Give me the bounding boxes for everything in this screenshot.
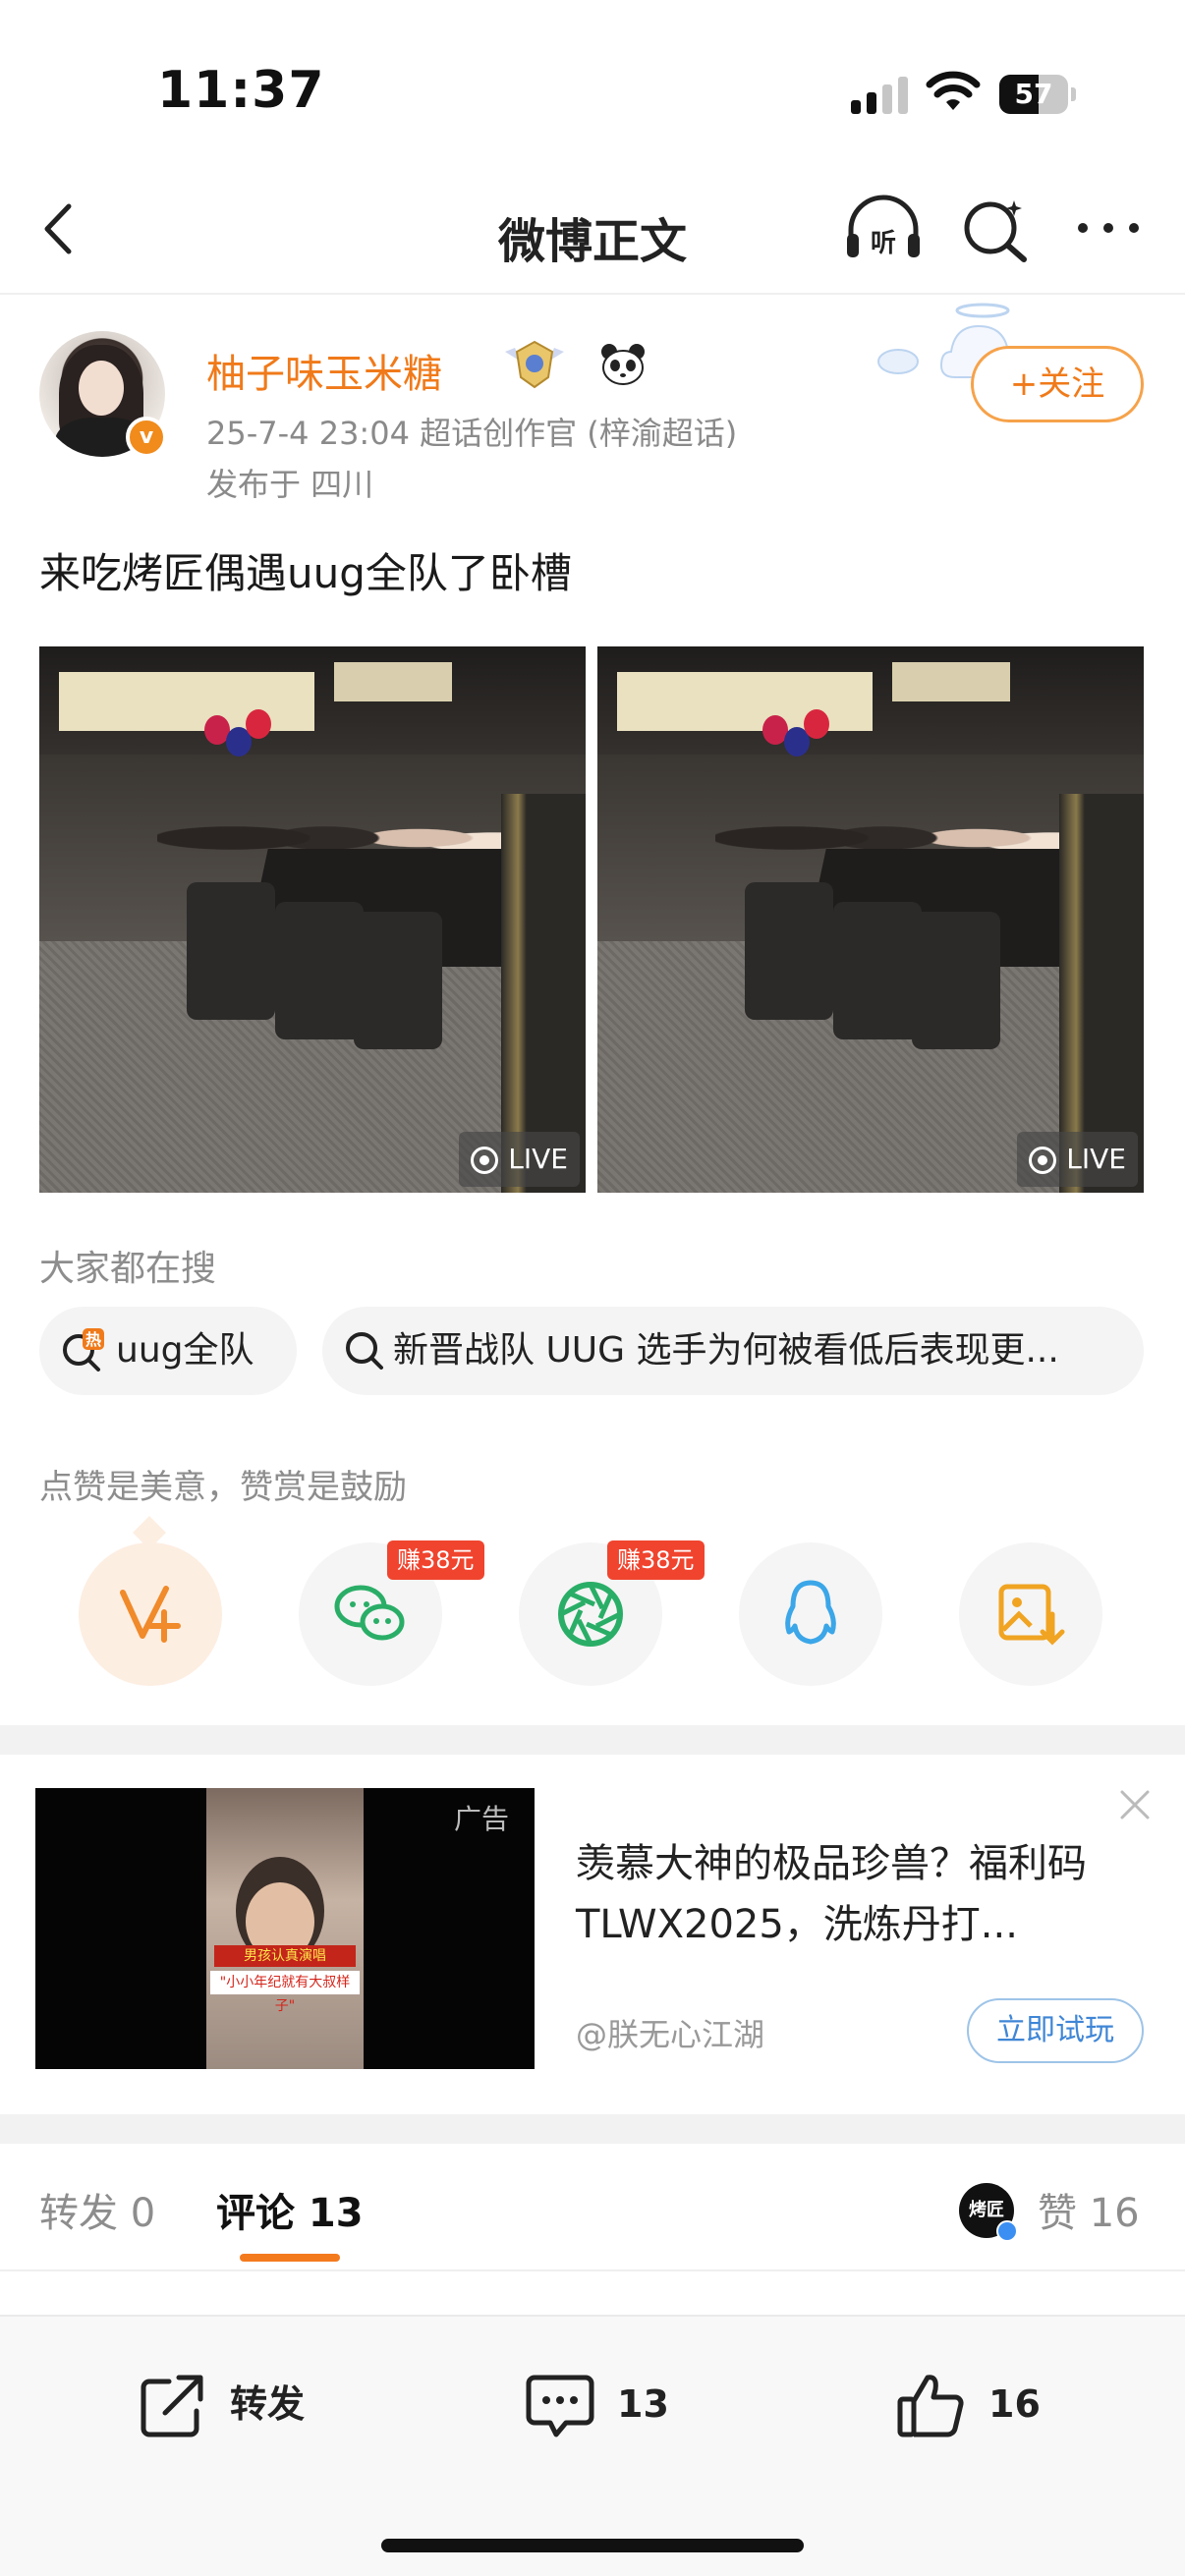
qq-penguin-icon [785, 1580, 836, 1645]
section-divider [0, 1725, 1185, 1755]
tab-repost[interactable]: 转发 0 [39, 2181, 155, 2238]
search-pill-label: 新晋战队 UUG 选手为何被看低后表现更... [393, 1330, 1059, 1371]
username[interactable]: 柚子味玉米糖 [206, 342, 442, 399]
share-qq-button[interactable] [739, 1542, 882, 1686]
live-label: LIVE [508, 1143, 568, 1175]
save-image-button[interactable] [959, 1542, 1102, 1686]
post-photo[interactable]: LIVE [39, 646, 586, 1193]
search-pill[interactable]: 新晋战队 UUG 选手为何被看低后表现更... [322, 1307, 1144, 1395]
battery-icon: 57 [999, 75, 1076, 114]
medal-badge-icon [505, 340, 564, 389]
ad-caption-1: 男孩认真演唱 [214, 1945, 356, 1967]
active-tab-indicator [240, 2254, 340, 2262]
follow-button[interactable]: +关注 [971, 346, 1144, 422]
live-icon [1029, 1147, 1057, 1174]
live-badge: LIVE [1017, 1132, 1138, 1187]
verified-check-icon [996, 2220, 1018, 2242]
save-image-icon [998, 1584, 1065, 1646]
hot-label: 热 [85, 1330, 101, 1349]
reward-v-icon [120, 1586, 181, 1643]
moments-aperture-icon [558, 1582, 623, 1647]
ad-caption-2: "小小年纪就有大叔样子" [210, 1971, 360, 2014]
earn-badge: 赚38元 [387, 1540, 484, 1580]
try-now-button[interactable]: 立即试玩 [967, 1998, 1144, 2063]
live-label: LIVE [1066, 1143, 1126, 1175]
search-pill-label: uug全队 [116, 1330, 254, 1371]
wifi-icon [926, 71, 981, 110]
thumbs-up-icon [897, 2375, 964, 2437]
share-heading: 点赞是美意，赞赏是鼓励 [39, 1468, 407, 1507]
ad-tag: 广告 [454, 1803, 510, 1835]
close-icon[interactable] [1114, 1784, 1156, 1825]
verified-badge-icon: v [126, 417, 167, 458]
earn-badge: 赚38元 [607, 1540, 705, 1580]
post-photo[interactable]: LIVE [597, 646, 1144, 1193]
cellular-signal-icon [851, 75, 910, 114]
search-icon[interactable] [959, 193, 1032, 265]
tab-comment[interactable]: 评论 13 [216, 2181, 364, 2238]
hot-search-icon: 热 [63, 1328, 104, 1372]
listen-icon[interactable]: 听 [843, 193, 924, 265]
post-meta: 25-7-4 23:04 超话创作官 (梓渝超话) [206, 415, 738, 452]
post-text: 来吃烤匠偶遇uug全队了卧槽 [39, 549, 572, 597]
reward-button[interactable] [79, 1542, 222, 1686]
ad-title[interactable]: 羡慕大神的极品珍兽？福利码 TLWX2025，洗炼丹打... [576, 1833, 1126, 1955]
comment-icon [526, 2375, 594, 2437]
home-indicator [381, 2539, 804, 2552]
ad-source[interactable]: @朕无心江湖 [576, 2010, 764, 2055]
live-icon [471, 1147, 499, 1174]
search-icon [346, 1332, 383, 1370]
search-heading: 大家都在搜 [39, 1249, 217, 1289]
post-location: 发布于 四川 [206, 466, 374, 503]
listen-icon-label: 听 [871, 229, 896, 258]
navigation-bar: 微博正文 听 [0, 167, 1185, 295]
post-tabs: 转发 0 评论 13 烤匠 赞 16 [0, 2144, 1185, 2271]
like-count: 16 [988, 2382, 1041, 2426]
wechat-icon [334, 1585, 405, 1641]
status-time: 11:37 [157, 61, 325, 120]
section-divider [0, 2114, 1185, 2144]
repost-icon [141, 2375, 203, 2437]
battery-level: 57 [1014, 78, 1053, 110]
search-pill-hot[interactable]: 热 uug全队 [39, 1307, 297, 1395]
comment-count: 13 [617, 2382, 669, 2426]
bottom-action-bar: 转发 13 16 [0, 2315, 1185, 2576]
panda-icon [601, 344, 645, 385]
repost-label: 转发 [230, 2382, 306, 2426]
tab-like[interactable]: 赞 16 [1038, 2181, 1140, 2238]
live-badge: LIVE [459, 1132, 580, 1187]
more-icon[interactable] [1073, 206, 1144, 250]
status-bar: 11:37 57 [0, 0, 1185, 147]
